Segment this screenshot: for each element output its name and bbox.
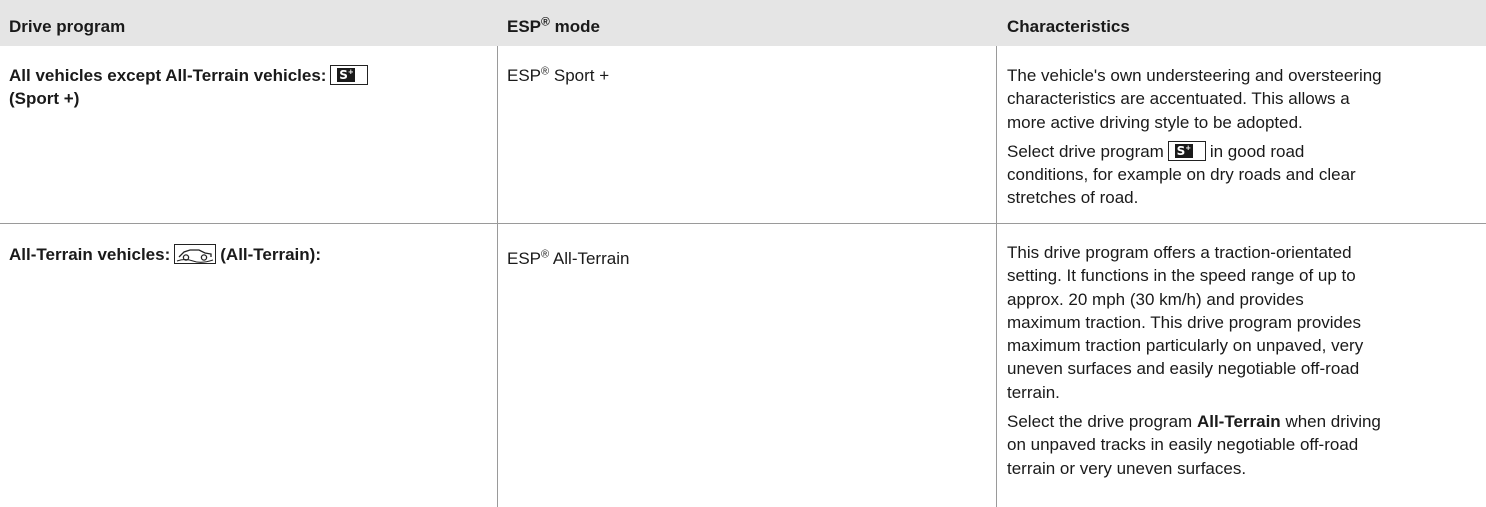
row1-char-paragraph2: Select drive program S+ in good road condi…: [1007, 140, 1356, 208]
column-divider: [497, 46, 498, 507]
all-terrain-icon: [174, 244, 217, 264]
row2-esp-mode: ESP® All-Terrain: [507, 248, 630, 268]
table-header: [0, 0, 1486, 46]
row2-char-paragraph1: This drive program offers a traction-ori…: [1007, 243, 1364, 402]
sport-plus-icon: S+: [1167, 140, 1206, 161]
row1-characteristics: The vehicle's own understeering and over…: [1007, 64, 1382, 210]
row1-drive-program: All vehicles except All-Terrain vehicles…: [9, 64, 489, 111]
header-characteristics: Characteristics: [1007, 17, 1130, 36]
sport-plus-icon: S+: [330, 65, 369, 85]
row2-characteristics: This drive program offers a traction-ori…: [1007, 241, 1382, 480]
row-divider: [0, 223, 1486, 224]
header-drive-program: Drive program: [9, 17, 126, 36]
row1-esp-mode: ESP® Sport +: [507, 65, 610, 85]
column-divider: [996, 46, 997, 507]
header-esp-mode: ESP® mode: [507, 14, 600, 36]
row2-drive-program: All-Terrain vehicles: (All-Terrain):: [9, 244, 321, 264]
row1-char-paragraph1: The vehicle's own understeering and over…: [1007, 66, 1382, 132]
row2-char-paragraph2: Select the drive program All-Terrain whe…: [1007, 412, 1381, 478]
